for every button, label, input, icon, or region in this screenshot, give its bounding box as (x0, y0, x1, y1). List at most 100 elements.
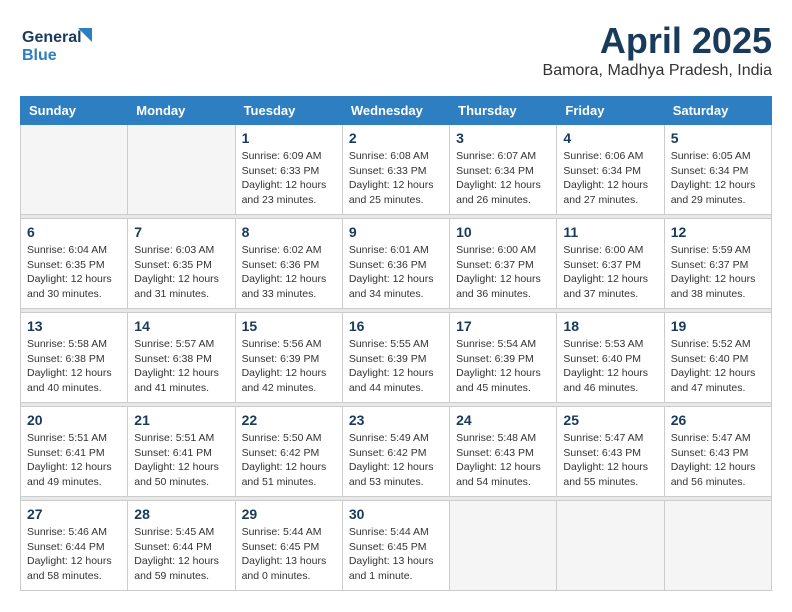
table-row: 29 Sunrise: 5:44 AMSunset: 6:45 PMDayligh… (235, 501, 342, 591)
day-number: 3 (456, 130, 550, 146)
day-number: 29 (242, 506, 336, 522)
day-info: Sunrise: 5:45 AMSunset: 6:44 PMDaylight:… (134, 525, 228, 584)
header-friday: Friday (557, 97, 664, 125)
calendar-header-row: Sunday Monday Tuesday Wednesday Thursday… (21, 97, 772, 125)
header-wednesday: Wednesday (342, 97, 449, 125)
day-info: Sunrise: 6:08 AMSunset: 6:33 PMDaylight:… (349, 149, 443, 208)
day-info: Sunrise: 5:46 AMSunset: 6:44 PMDaylight:… (27, 525, 121, 584)
calendar-week-row: 13 Sunrise: 5:58 AMSunset: 6:38 PMDayligh… (21, 313, 772, 403)
day-info: Sunrise: 5:44 AMSunset: 6:45 PMDaylight:… (242, 525, 336, 584)
day-info: Sunrise: 6:03 AMSunset: 6:35 PMDaylight:… (134, 243, 228, 302)
calendar-week-row: 6 Sunrise: 6:04 AMSunset: 6:35 PMDaylight… (21, 219, 772, 309)
table-row: 1Sunrise: 6:09 AMSunset: 6:33 PMDaylight… (235, 125, 342, 215)
table-row (128, 125, 235, 215)
day-number: 16 (349, 318, 443, 334)
day-number: 7 (134, 224, 228, 240)
table-row (557, 501, 664, 591)
table-row: 13 Sunrise: 5:58 AMSunset: 6:38 PMDayligh… (21, 313, 128, 403)
table-row: 12 Sunrise: 5:59 AMSunset: 6:37 PMDayligh… (664, 219, 771, 309)
day-number: 28 (134, 506, 228, 522)
day-number: 4 (563, 130, 657, 146)
table-row: 2 Sunrise: 6:08 AMSunset: 6:33 PMDaylight… (342, 125, 449, 215)
table-row: 10 Sunrise: 6:00 AMSunset: 6:37 PMDayligh… (450, 219, 557, 309)
day-info: Sunrise: 5:50 AMSunset: 6:42 PMDaylight:… (242, 431, 336, 490)
header-sunday: Sunday (21, 97, 128, 125)
table-row: 27 Sunrise: 5:46 AMSunset: 6:44 PMDayligh… (21, 501, 128, 591)
calendar-week-row: 1Sunrise: 6:09 AMSunset: 6:33 PMDaylight… (21, 125, 772, 215)
day-info: Sunrise: 5:58 AMSunset: 6:38 PMDaylight:… (27, 337, 121, 396)
day-number: 25 (563, 412, 657, 428)
table-row: 18Sunrise: 5:53 AMSunset: 6:40 PMDayligh… (557, 313, 664, 403)
table-row: 30 Sunrise: 5:44 AMSunset: 6:45 PMDayligh… (342, 501, 449, 591)
day-info: Sunrise: 5:59 AMSunset: 6:37 PMDaylight:… (671, 243, 765, 302)
table-row: 8 Sunrise: 6:02 AMSunset: 6:36 PMDaylight… (235, 219, 342, 309)
day-info: Sunrise: 6:07 AMSunset: 6:34 PMDaylight:… (456, 149, 550, 208)
day-number: 10 (456, 224, 550, 240)
day-info: Sunrise: 6:09 AMSunset: 6:33 PMDaylight:… (242, 149, 336, 208)
table-row (450, 501, 557, 591)
table-row: 6 Sunrise: 6:04 AMSunset: 6:35 PMDaylight… (21, 219, 128, 309)
calendar-week-row: 20 Sunrise: 5:51 AMSunset: 6:41 PMDayligh… (21, 407, 772, 497)
day-info: Sunrise: 5:51 AMSunset: 6:41 PMDaylight:… (134, 431, 228, 490)
calendar-week-row: 27 Sunrise: 5:46 AMSunset: 6:44 PMDayligh… (21, 501, 772, 591)
day-info: Sunrise: 5:52 AMSunset: 6:40 PMDaylight:… (671, 337, 765, 396)
svg-text:Blue: Blue (22, 47, 57, 64)
day-info: Sunrise: 5:48 AMSunset: 6:43 PMDaylight:… (456, 431, 550, 490)
svg-text:General: General (22, 29, 82, 46)
day-info: Sunrise: 6:00 AMSunset: 6:37 PMDaylight:… (456, 243, 550, 302)
header-tuesday: Tuesday (235, 97, 342, 125)
day-number: 15 (242, 318, 336, 334)
table-row: 22Sunrise: 5:50 AMSunset: 6:42 PMDayligh… (235, 407, 342, 497)
table-row: 19 Sunrise: 5:52 AMSunset: 6:40 PMDayligh… (664, 313, 771, 403)
day-info: Sunrise: 5:47 AMSunset: 6:43 PMDaylight:… (563, 431, 657, 490)
day-number: 6 (27, 224, 121, 240)
day-info: Sunrise: 5:47 AMSunset: 6:43 PMDaylight:… (671, 431, 765, 490)
table-row: 17Sunrise: 5:54 AMSunset: 6:39 PMDayligh… (450, 313, 557, 403)
table-row: 4 Sunrise: 6:06 AMSunset: 6:34 PMDaylight… (557, 125, 664, 215)
table-row: 21 Sunrise: 5:51 AMSunset: 6:41 PMDayligh… (128, 407, 235, 497)
day-number: 19 (671, 318, 765, 334)
month-title: April 2025 (543, 20, 772, 62)
table-row: 14 Sunrise: 5:57 AMSunset: 6:38 PMDayligh… (128, 313, 235, 403)
header-thursday: Thursday (450, 97, 557, 125)
day-info: Sunrise: 6:00 AMSunset: 6:37 PMDaylight:… (563, 243, 657, 302)
table-row: 25 Sunrise: 5:47 AMSunset: 6:43 PMDayligh… (557, 407, 664, 497)
day-number: 11 (563, 224, 657, 240)
day-number: 17 (456, 318, 550, 334)
day-info: Sunrise: 6:05 AMSunset: 6:34 PMDaylight:… (671, 149, 765, 208)
day-number: 8 (242, 224, 336, 240)
day-number: 23 (349, 412, 443, 428)
day-number: 2 (349, 130, 443, 146)
day-info: Sunrise: 6:02 AMSunset: 6:36 PMDaylight:… (242, 243, 336, 302)
day-info: Sunrise: 6:01 AMSunset: 6:36 PMDaylight:… (349, 243, 443, 302)
day-number: 5 (671, 130, 765, 146)
day-info: Sunrise: 6:04 AMSunset: 6:35 PMDaylight:… (27, 243, 121, 302)
day-number: 21 (134, 412, 228, 428)
location-title: Bamora, Madhya Pradesh, India (543, 62, 772, 80)
day-number: 9 (349, 224, 443, 240)
page-header: General Blue April 2025 Bamora, Madhya P… (20, 20, 772, 80)
day-info: Sunrise: 6:06 AMSunset: 6:34 PMDaylight:… (563, 149, 657, 208)
day-number: 30 (349, 506, 443, 522)
calendar-table: Sunday Monday Tuesday Wednesday Thursday… (20, 96, 772, 591)
table-row: 11 Sunrise: 6:00 AMSunset: 6:37 PMDayligh… (557, 219, 664, 309)
table-row: 16 Sunrise: 5:55 AMSunset: 6:39 PMDayligh… (342, 313, 449, 403)
table-row: 24Sunrise: 5:48 AMSunset: 6:43 PMDayligh… (450, 407, 557, 497)
day-number: 27 (27, 506, 121, 522)
table-row: 20 Sunrise: 5:51 AMSunset: 6:41 PMDayligh… (21, 407, 128, 497)
table-row: 26Sunrise: 5:47 AMSunset: 6:43 PMDayligh… (664, 407, 771, 497)
day-info: Sunrise: 5:44 AMSunset: 6:45 PMDaylight:… (349, 525, 443, 584)
table-row (21, 125, 128, 215)
day-info: Sunrise: 5:49 AMSunset: 6:42 PMDaylight:… (349, 431, 443, 490)
day-number: 20 (27, 412, 121, 428)
day-info: Sunrise: 5:57 AMSunset: 6:38 PMDaylight:… (134, 337, 228, 396)
day-info: Sunrise: 5:51 AMSunset: 6:41 PMDaylight:… (27, 431, 121, 490)
day-info: Sunrise: 5:55 AMSunset: 6:39 PMDaylight:… (349, 337, 443, 396)
table-row (664, 501, 771, 591)
header-monday: Monday (128, 97, 235, 125)
day-info: Sunrise: 5:53 AMSunset: 6:40 PMDaylight:… (563, 337, 657, 396)
table-row: 28 Sunrise: 5:45 AMSunset: 6:44 PMDayligh… (128, 501, 235, 591)
day-number: 13 (27, 318, 121, 334)
day-number: 12 (671, 224, 765, 240)
day-number: 14 (134, 318, 228, 334)
